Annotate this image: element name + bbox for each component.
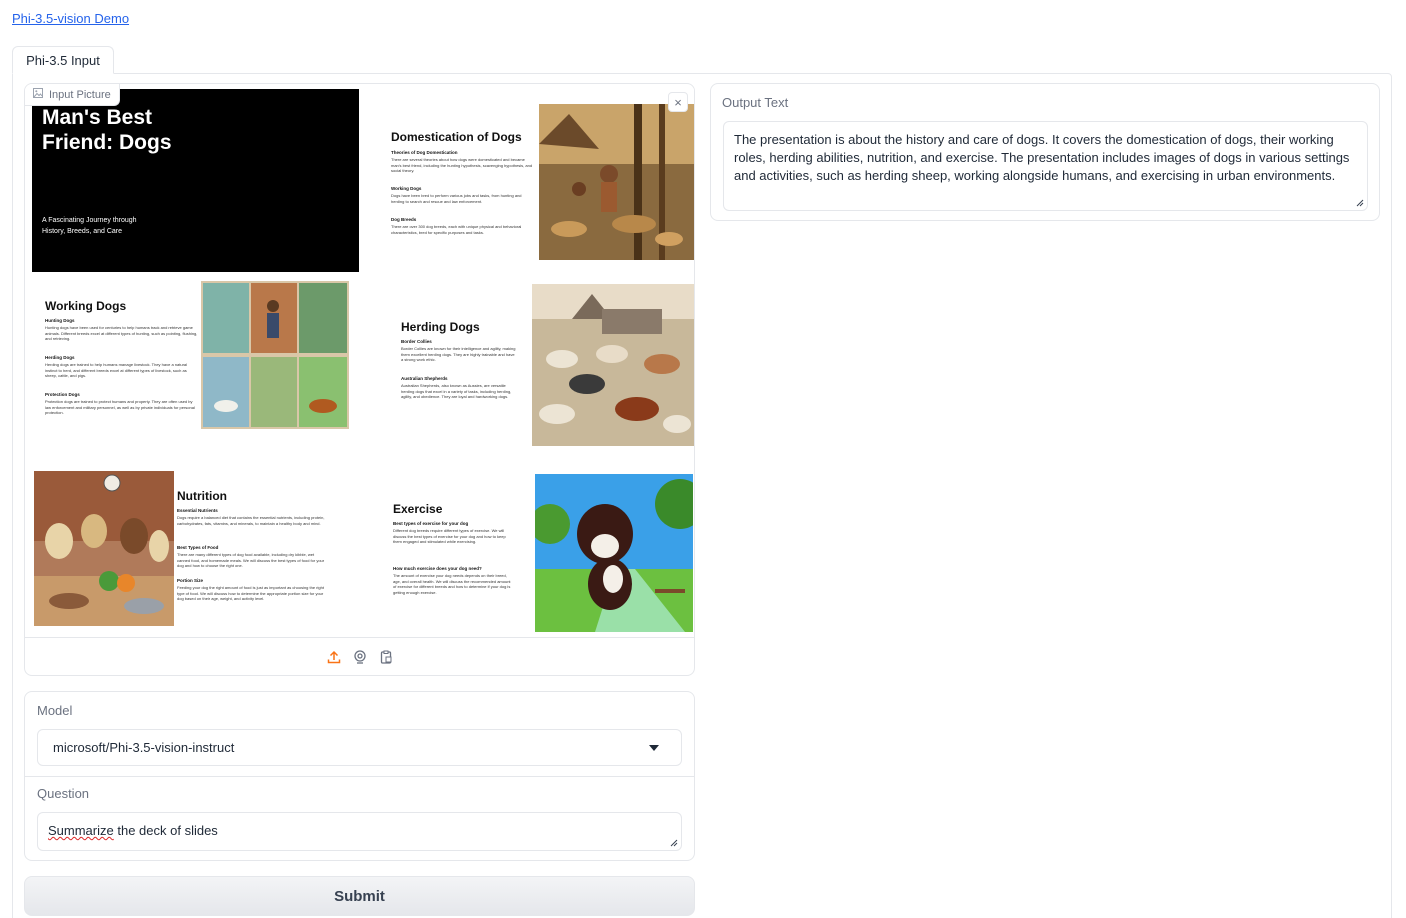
output-textarea[interactable]: The presentation is about the history an… <box>723 121 1368 211</box>
clear-image-button[interactable]: × <box>668 92 688 112</box>
slide-exercise: Exercise Best types of exercise for your… <box>379 474 694 636</box>
webcam-icon[interactable] <box>352 649 368 665</box>
input-picture-block: Input Picture × Man's Best Friend: Dogs … <box>24 83 695 676</box>
model-selected-value: microsoft/Phi-3.5-vision-instruct <box>53 740 235 755</box>
nutrition-illustration <box>34 471 174 626</box>
slide-herding-dogs: Herding Dogs Border Collies Border Colli… <box>379 284 694 446</box>
model-label: Model <box>37 703 73 718</box>
image-icon <box>33 88 43 101</box>
clipboard-icon[interactable] <box>378 649 394 665</box>
input-picture-label: Input Picture <box>25 84 120 106</box>
demo-title-link[interactable]: Phi-3.5-vision Demo <box>12 11 129 26</box>
tab-phi-input[interactable]: Phi-3.5 Input <box>12 46 114 74</box>
chevron-down-icon <box>649 745 659 751</box>
herding-dogs-illustration <box>532 284 694 446</box>
output-label: Output Text <box>722 95 789 110</box>
slides-image: Man's Best Friend: Dogs A Fascinating Jo… <box>31 88 694 638</box>
working-dogs-illustration <box>201 281 349 429</box>
slide-working-dogs: Working Dogs Hunting Dogs Hunting dogs h… <box>41 281 356 431</box>
resize-handle-icon[interactable] <box>1356 199 1364 207</box>
upload-icon[interactable] <box>326 649 342 665</box>
slide-nutrition: Nutrition Essential Nutrients Dogs requi… <box>34 471 361 626</box>
divider <box>25 776 694 777</box>
question-input[interactable]: Summarize the deck of slides <box>37 812 682 851</box>
submit-button[interactable]: Submit <box>24 876 695 916</box>
slide-domestication: Domestication of Dogs Theories of Dog Do… <box>379 104 694 260</box>
question-label: Question <box>37 786 90 801</box>
exercise-illustration <box>535 474 693 632</box>
slide-title: Man's Best Friend: Dogs A Fascinating Jo… <box>32 89 359 272</box>
image-source-bar <box>25 637 694 675</box>
output-block: Output Text The presentation is about th… <box>710 83 1380 221</box>
domestication-illustration <box>539 104 694 260</box>
model-dropdown[interactable]: microsoft/Phi-3.5-vision-instruct <box>37 729 682 766</box>
model-question-block: Model microsoft/Phi-3.5-vision-instruct … <box>24 691 695 861</box>
close-icon: × <box>674 94 682 110</box>
resize-handle-icon[interactable] <box>670 839 678 847</box>
